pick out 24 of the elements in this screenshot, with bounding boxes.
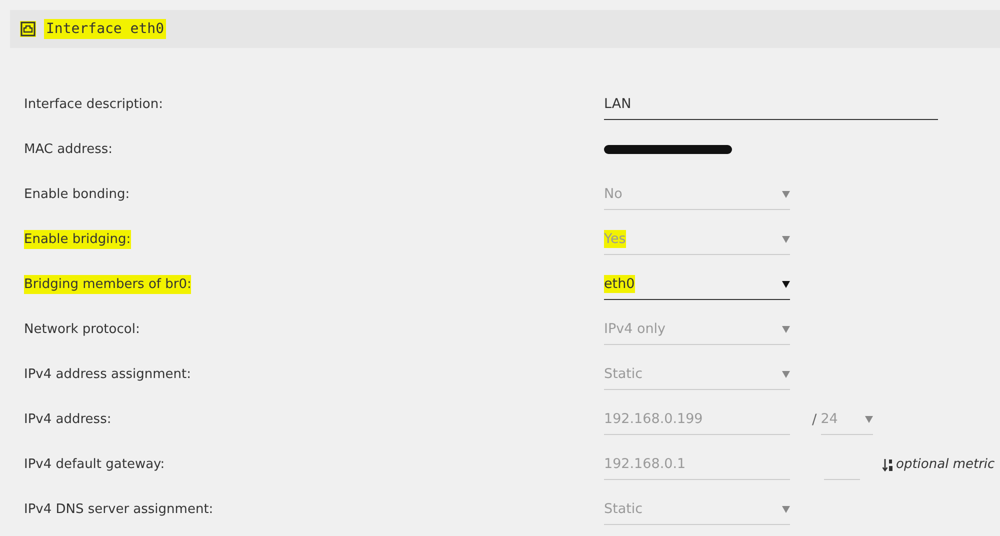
field-label: IPv4 default gateway: xyxy=(24,456,165,474)
text-field[interactable]: LAN xyxy=(604,90,938,120)
sort-icon xyxy=(882,458,894,472)
section-title: Interface eth0 xyxy=(44,19,166,39)
field-label: Bridging members of br0: xyxy=(24,275,192,294)
dropdown-arrow-icon xyxy=(782,190,790,198)
field-label: Enable bridging: xyxy=(24,230,131,249)
field-label: IPv4 address assignment: xyxy=(24,366,191,384)
dropdown-arrow-icon xyxy=(864,415,873,423)
dropdown-arrow-icon xyxy=(782,325,790,333)
separator-text: / xyxy=(812,412,817,428)
field-label: IPv4 address: xyxy=(24,411,112,429)
hint-text: optional metric xyxy=(896,457,995,472)
dropdown-arrow-icon xyxy=(782,370,790,378)
field-label: Interface description: xyxy=(24,96,163,114)
field-label: Network protocol: xyxy=(24,321,140,339)
network-port-icon xyxy=(20,21,36,37)
field-label: IPv4 DNS server assignment: xyxy=(24,501,214,519)
field-label: MAC address: xyxy=(24,141,113,159)
field-label: Enable bonding: xyxy=(24,186,130,204)
dropdown-arrow-icon xyxy=(782,235,790,243)
dropdown[interactable]: eth0 xyxy=(604,270,790,300)
dropdown-arrow-icon xyxy=(782,505,790,513)
dropdown-arrow-icon xyxy=(782,280,790,288)
